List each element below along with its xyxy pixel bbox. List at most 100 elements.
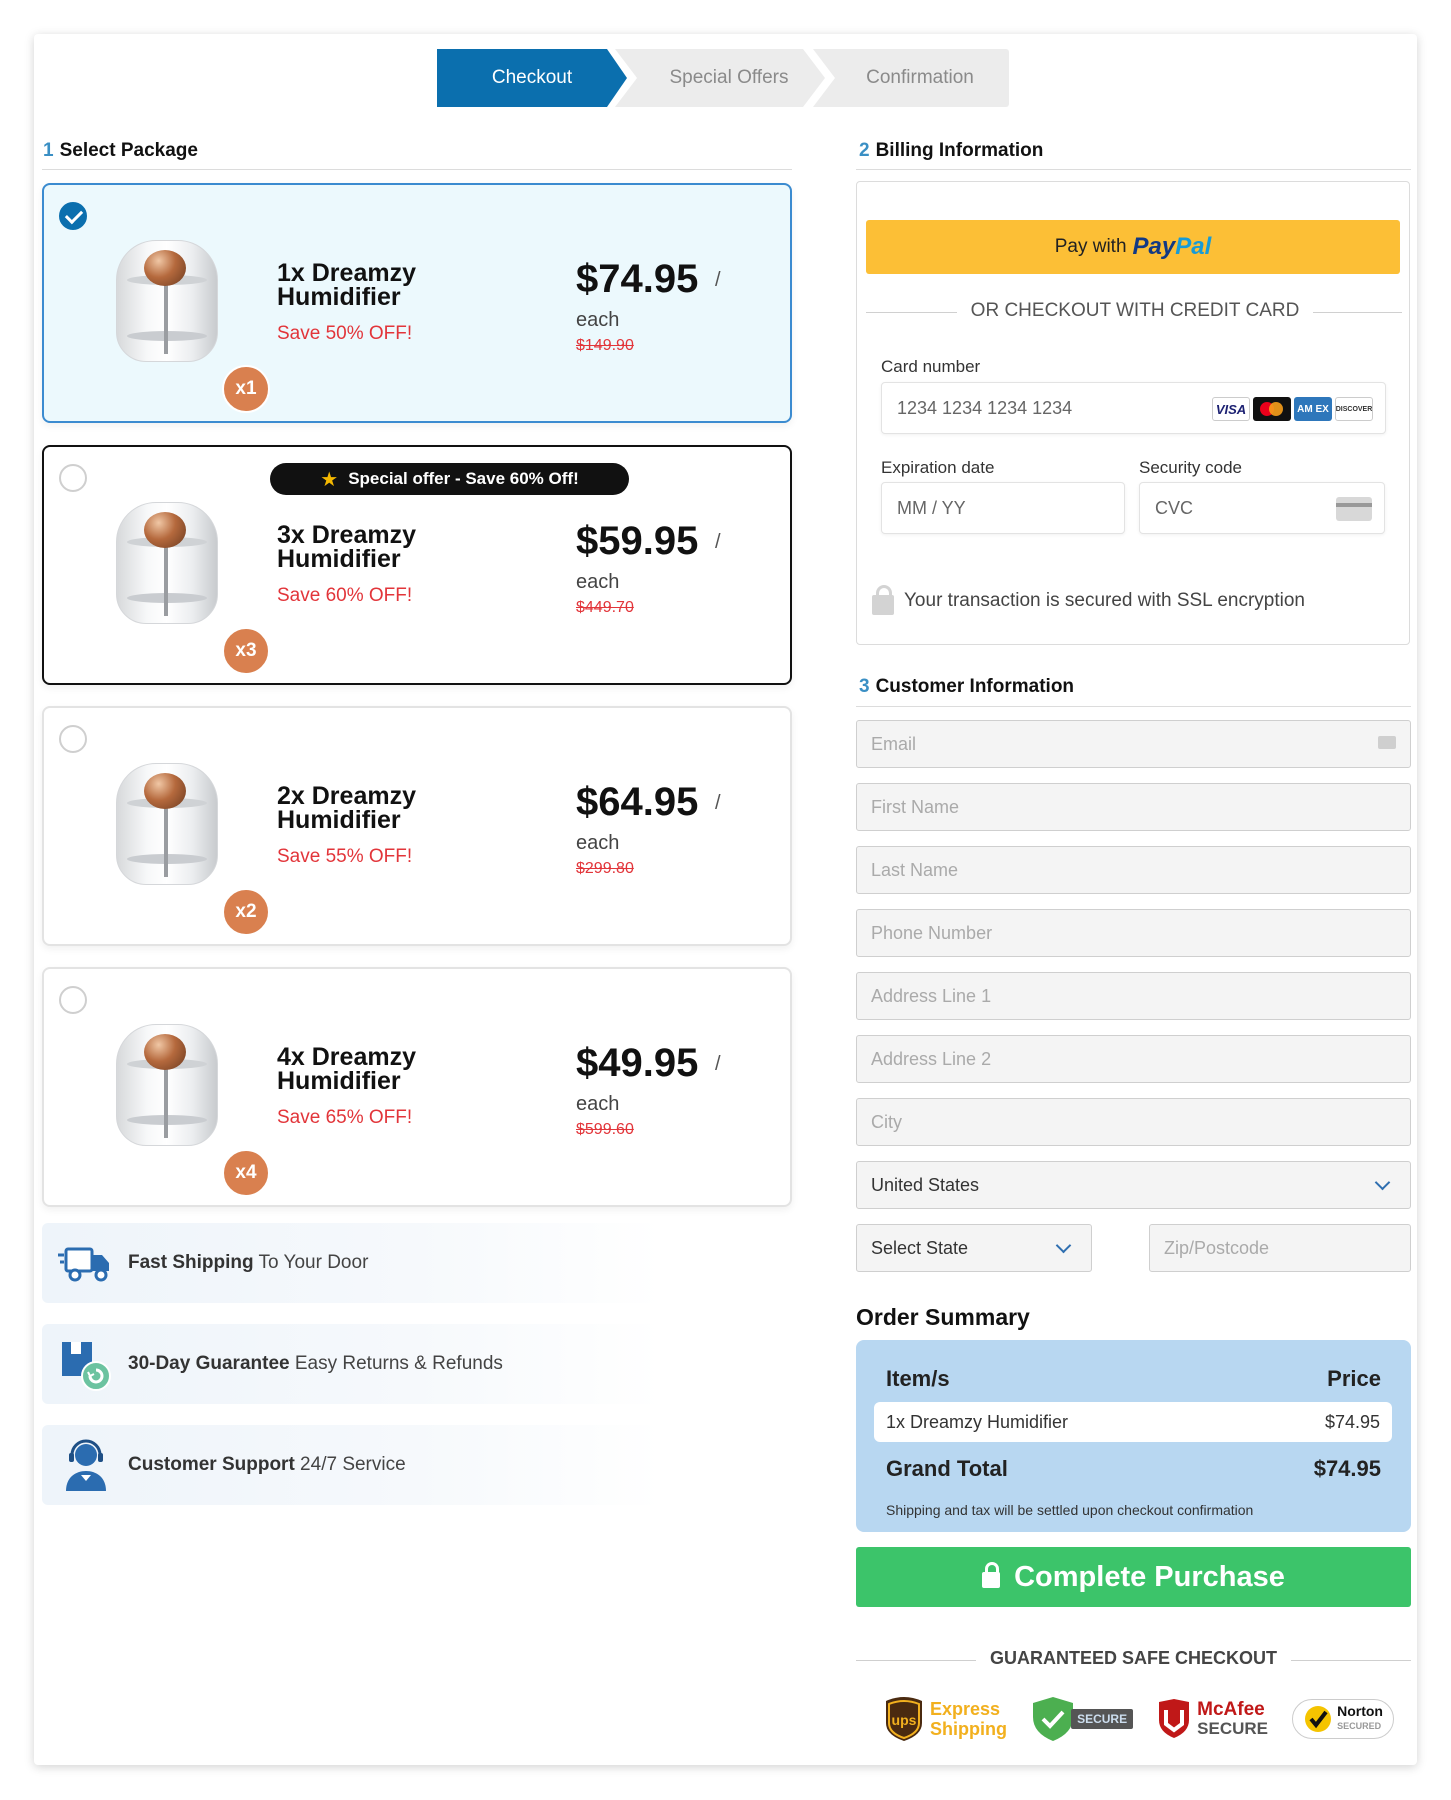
package-option-1x[interactable]: x1 1x Dreamzy Humidifier Save 50% OFF! $…	[42, 183, 792, 423]
package-price: $64.95	[576, 780, 699, 824]
package-radio[interactable]	[59, 464, 87, 492]
special-offer-text: Special offer - Save 60% Off!	[348, 469, 579, 488]
order-summary-header: Item/s Price	[886, 1366, 1381, 1392]
badge-text: Express	[930, 1699, 1001, 1719]
zip-field[interactable]: Zip/Postcode	[1149, 1224, 1411, 1272]
badge-text: SECURE	[1071, 1709, 1134, 1729]
feature-fast-shipping: Fast Shipping To Your Door	[42, 1223, 662, 1303]
city-placeholder: City	[871, 1111, 902, 1132]
visa-icon: VISA	[1212, 397, 1250, 421]
divider	[856, 706, 1411, 707]
line-item-price: $74.95	[1324, 1411, 1380, 1432]
package-option-4x[interactable]: x4 4x Dreamzy Humidifier Save 65% OFF! $…	[42, 967, 792, 1207]
section-title-billing: 2 Billing Information	[859, 140, 1043, 162]
badge-text: Shipping	[930, 1719, 1007, 1739]
expiration-placeholder: MM / YY	[897, 497, 966, 518]
truck-icon	[58, 1235, 114, 1291]
package-savings: Save 65% OFF!	[277, 1107, 413, 1128]
quantity-badge: x3	[222, 627, 270, 675]
expiration-input[interactable]: MM / YY	[881, 482, 1125, 534]
cvc-input[interactable]: CVC	[1139, 482, 1385, 534]
price-slash: /	[715, 1053, 721, 1075]
feature-text: Customer Support 24/7 Service	[128, 1454, 406, 1475]
address-line-2-field[interactable]: Address Line 2	[856, 1035, 1411, 1083]
product-image: x1	[112, 240, 270, 413]
price-slash: /	[715, 792, 721, 814]
mastercard-icon	[1253, 397, 1291, 421]
guaranteed-safe-title: GUARANTEED SAFE CHECKOUT	[976, 1648, 1291, 1669]
order-line-item: 1x Dreamzy Humidifier $74.95	[874, 1402, 1392, 1442]
address-line-1-placeholder: Address Line 1	[871, 985, 992, 1006]
last-name-field[interactable]: Last Name	[856, 846, 1411, 894]
package-radio[interactable]	[59, 725, 87, 753]
step-special-offers[interactable]: Special Offers	[615, 49, 825, 107]
section-label: Customer Information	[875, 676, 1075, 697]
email-field[interactable]: Email	[856, 720, 1411, 768]
step-checkout[interactable]: Checkout	[437, 49, 627, 107]
package-radio[interactable]	[59, 986, 87, 1014]
package-radio-selected[interactable]	[59, 202, 87, 230]
amex-icon: AM EX	[1294, 397, 1332, 421]
original-price: $299.80	[576, 860, 634, 877]
email-placeholder: Email	[871, 733, 917, 754]
original-price: $599.60	[576, 1121, 634, 1138]
ssl-notice: Your transaction is secured with SSL enc…	[872, 585, 1305, 615]
col-price: Price	[1327, 1366, 1381, 1391]
price-unit: each	[576, 571, 620, 593]
address-line-1-field[interactable]: Address Line 1	[856, 972, 1411, 1020]
order-summary-panel: Item/s Price 1x Dreamzy Humidifier $74.9…	[856, 1340, 1411, 1532]
paypal-button[interactable]: Pay with Pay Pal	[866, 220, 1400, 274]
zip-placeholder: Zip/Postcode	[1164, 1237, 1270, 1258]
section-number: 1	[43, 140, 54, 161]
state-select[interactable]: Select State	[856, 1224, 1092, 1272]
step-confirmation[interactable]: Confirmation	[813, 49, 1009, 107]
quantity-badge: x1	[222, 365, 270, 413]
package-option-2x[interactable]: x2 2x Dreamzy Humidifier Save 55% OFF! $…	[42, 706, 792, 946]
feature-support: Customer Support 24/7 Service	[42, 1425, 662, 1505]
country-value: United States	[871, 1174, 980, 1195]
price-unit: each	[576, 1093, 620, 1115]
check-shield-icon	[1033, 1697, 1074, 1741]
chevron-down-icon	[1055, 1237, 1072, 1254]
feature-guarantee: 30-Day Guarantee Easy Returns & Refunds	[42, 1324, 662, 1404]
card-brands: VISA AM EX DISCOVER	[1212, 397, 1373, 421]
price-slash: /	[715, 269, 721, 291]
complete-purchase-button[interactable]: Complete Purchase	[856, 1547, 1411, 1607]
special-offer-badge: ★ Special offer - Save 60% Off!	[270, 463, 629, 495]
security-code-label: Security code	[1139, 458, 1242, 477]
grand-total-value: $74.95	[1313, 1456, 1381, 1481]
support-agent-icon	[58, 1437, 114, 1493]
phone-field[interactable]: Phone Number	[856, 909, 1411, 957]
city-field[interactable]: City	[856, 1098, 1411, 1146]
badge-text: McAfee	[1197, 1699, 1265, 1720]
badge-text: SECURED	[1337, 1721, 1382, 1731]
paypal-logo-pal: Pal	[1175, 233, 1212, 260]
cvc-placeholder: CVC	[1155, 497, 1194, 518]
badge-text: Norton	[1337, 1703, 1383, 1719]
star-icon: ★	[320, 468, 339, 491]
svg-text:ups: ups	[892, 1712, 917, 1728]
badge-text: SECURE	[1197, 1719, 1269, 1738]
product-image: x2	[112, 763, 270, 936]
cvc-card-icon	[1336, 497, 1372, 521]
package-savings: Save 60% OFF!	[277, 585, 413, 606]
first-name-field[interactable]: First Name	[856, 783, 1411, 831]
section-number: 2	[859, 140, 870, 161]
section-title-package: 1 Select Package	[43, 140, 198, 162]
return-box-icon	[58, 1336, 114, 1392]
mcafee-shield-icon	[1159, 1699, 1190, 1738]
discover-icon: DISCOVER	[1335, 397, 1373, 421]
paypal-logo-pay: Pay	[1132, 233, 1176, 260]
country-select[interactable]: United States	[856, 1161, 1411, 1209]
price-unit: each	[576, 309, 620, 331]
lock-icon	[872, 585, 894, 615]
order-summary-title: Order Summary	[856, 1304, 1030, 1330]
package-name: 3x Dreamzy Humidifier	[277, 521, 416, 573]
section-title-customer: 3 Customer Information	[859, 676, 1074, 698]
original-price: $449.70	[576, 599, 634, 616]
shipping-note: Shipping and tax will be settled upon ch…	[886, 1502, 1254, 1518]
checkout-progress: Checkout Special Offers Confirmation	[437, 49, 1009, 107]
card-number-input[interactable]: 1234 1234 1234 1234 VISA AM EX DISCOVER	[881, 382, 1386, 434]
package-price: $49.95	[576, 1041, 699, 1085]
phone-placeholder: Phone Number	[871, 922, 993, 943]
